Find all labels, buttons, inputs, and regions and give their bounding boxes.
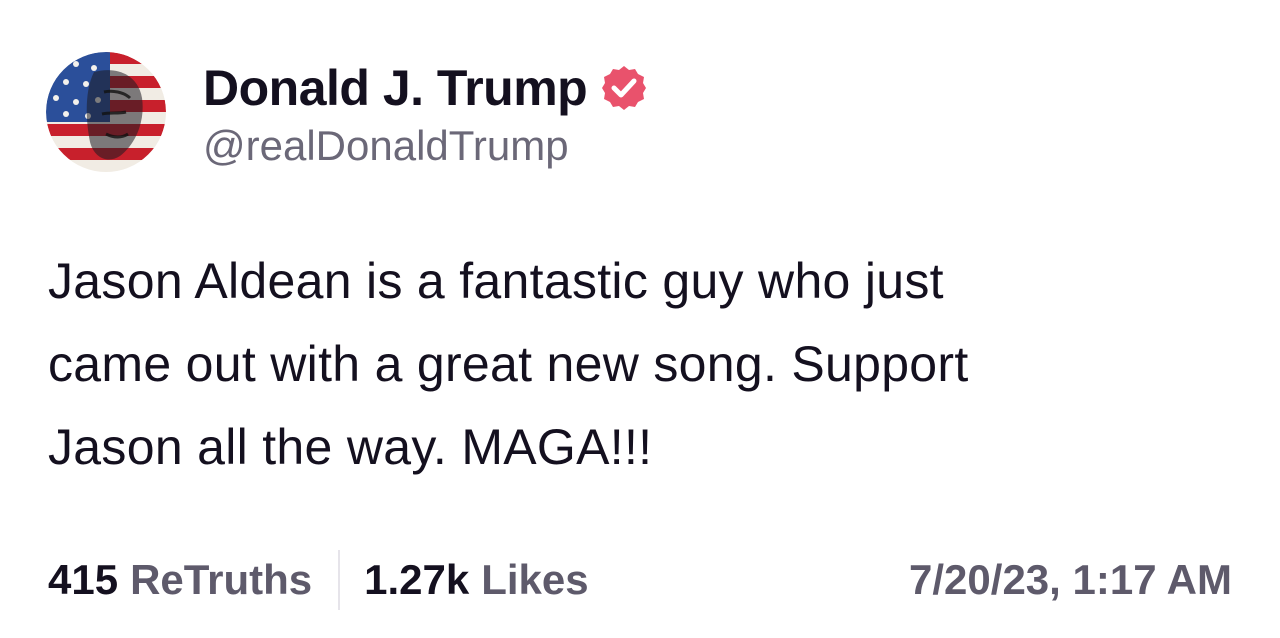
- retruths-count: 415: [48, 556, 119, 603]
- post-text-line: came out with a great new song. Support: [48, 336, 969, 392]
- post-text-line: Jason Aldean is a fantastic guy who just: [48, 253, 944, 309]
- verified-badge-icon: [599, 63, 649, 113]
- flag-portrait-icon: [46, 52, 166, 172]
- author-handle[interactable]: @realDonaldTrump: [203, 122, 569, 170]
- truth-post: Donald J. Trump @realDonaldTrump Jason A…: [0, 0, 1280, 638]
- stat-divider: [338, 550, 341, 610]
- post-timestamp[interactable]: 7/20/23, 1:17 AM: [909, 556, 1232, 604]
- post-footer: 415 ReTruths 1.27k Likes 7/20/23, 1:17 A…: [48, 548, 1232, 612]
- post-text-line: Jason all the way. MAGA!!!: [48, 419, 653, 475]
- author-name-row: Donald J. Trump: [203, 58, 649, 118]
- post-body: Jason Aldean is a fantastic guy who just…: [48, 240, 1238, 489]
- avatar[interactable]: [46, 52, 166, 172]
- retruths-label: ReTruths: [130, 556, 313, 603]
- likes-label: Likes: [481, 556, 589, 603]
- author-display-name[interactable]: Donald J. Trump: [203, 59, 588, 117]
- likes-count: 1.27k: [364, 556, 470, 603]
- likes-stat[interactable]: 1.27k Likes: [364, 556, 589, 604]
- retruths-stat[interactable]: 415 ReTruths: [48, 556, 312, 604]
